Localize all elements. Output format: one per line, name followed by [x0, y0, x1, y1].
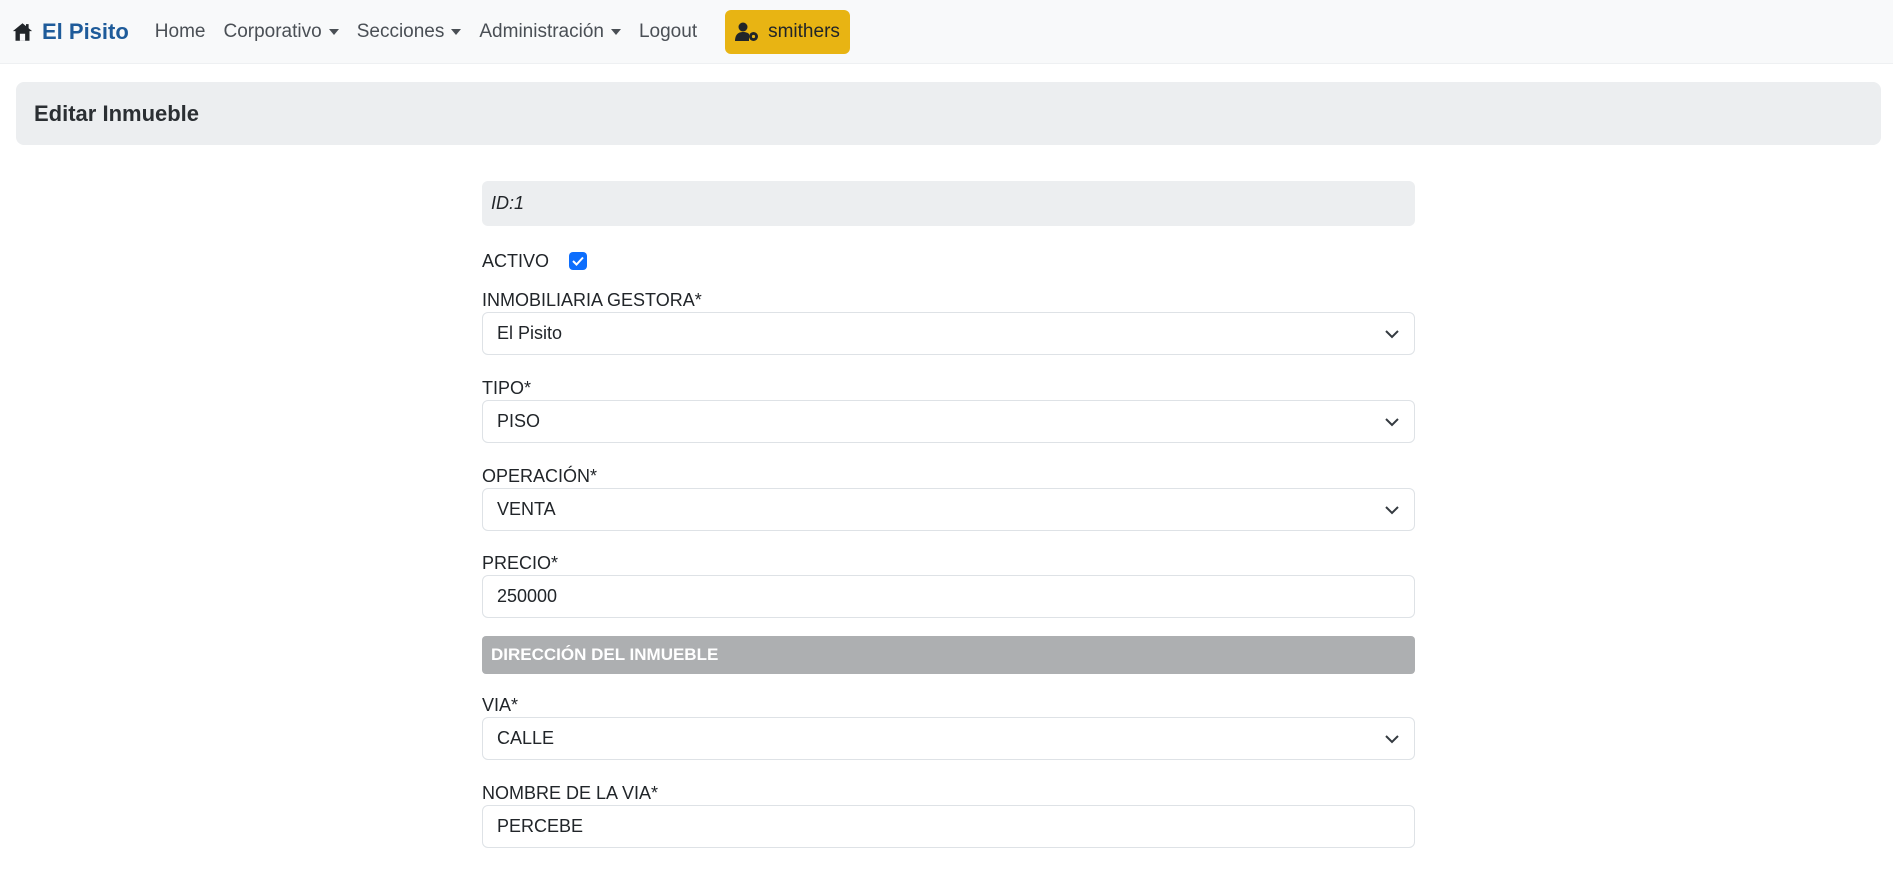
nav-corporativo-dropdown[interactable]: Corporativo	[223, 20, 339, 43]
operacion-selected-value: VENTA	[497, 499, 556, 519]
inmobiliaria-label: INMOBILIARIA GESTORA*	[482, 290, 702, 310]
activo-label: ACTIVO	[482, 250, 550, 271]
nav-administracion-label: Administración	[479, 20, 604, 42]
check-icon	[572, 256, 584, 266]
brand-label: El Pisito	[42, 18, 129, 44]
section-direccion-header: DIRECCIÓN DEL INMUEBLE	[482, 636, 1415, 674]
nav-home[interactable]: Home	[155, 21, 206, 43]
nombre-via-input[interactable]: PERCEBE	[482, 805, 1415, 848]
user-gear-icon	[735, 22, 759, 41]
operacion-select[interactable]: VENTA	[482, 488, 1415, 531]
precio-label: PRECIO*	[482, 553, 559, 573]
nav-secciones-dropdown[interactable]: Secciones	[357, 21, 462, 43]
id-display: ID:1	[482, 181, 1415, 226]
edit-property-form: ID:1 ACTIVO INMOBILIARIA GESTORA* El Pis…	[482, 181, 1415, 848]
navbar: El Pisito Home Corporativo Secciones Adm…	[0, 0, 1893, 64]
caret-down-icon	[328, 28, 339, 35]
caret-down-icon	[451, 28, 462, 35]
tipo-selected-value: PISO	[497, 411, 541, 431]
chevron-down-icon	[1385, 734, 1399, 743]
chevron-down-icon	[1385, 329, 1399, 338]
chevron-down-icon	[1385, 417, 1399, 426]
nav-secciones-label: Secciones	[356, 20, 445, 42]
precio-value: 250000	[497, 586, 558, 606]
activo-row: ACTIVO	[482, 246, 1415, 276]
nav-logout-label: Logout	[638, 20, 698, 42]
via-label: VIA*	[482, 695, 519, 715]
brand-link[interactable]: El Pisito	[12, 19, 129, 45]
nombre-via-value: PERCEBE	[497, 816, 584, 836]
page-title-card: Editar Inmueble	[16, 82, 1881, 145]
user-button[interactable]: smithers	[725, 9, 850, 54]
house-icon	[12, 22, 33, 41]
page-title: Editar Inmueble	[34, 100, 200, 126]
nav-administracion-dropdown[interactable]: Administración	[479, 21, 621, 43]
nav-logout[interactable]: Logout	[639, 21, 697, 43]
inmobiliaria-select[interactable]: El Pisito	[482, 312, 1415, 355]
via-select[interactable]: CALLE	[482, 717, 1415, 760]
activo-checkbox[interactable]	[569, 252, 588, 270]
inmobiliaria-selected-value: El Pisito	[497, 323, 563, 343]
nav-home-label: Home	[154, 20, 206, 42]
via-selected-value: CALLE	[497, 728, 555, 748]
chevron-down-icon	[1385, 505, 1399, 514]
nav-corporativo-label: Corporativo	[223, 20, 322, 42]
operacion-label: OPERACIÓN*	[482, 466, 598, 486]
tipo-label: TIPO*	[482, 378, 532, 398]
user-name: smithers	[768, 20, 840, 42]
caret-down-icon	[610, 28, 621, 35]
tipo-select[interactable]: PISO	[482, 400, 1415, 443]
nombre-via-label: NOMBRE DE LA VIA*	[482, 783, 659, 803]
precio-input[interactable]: 250000	[482, 575, 1415, 618]
